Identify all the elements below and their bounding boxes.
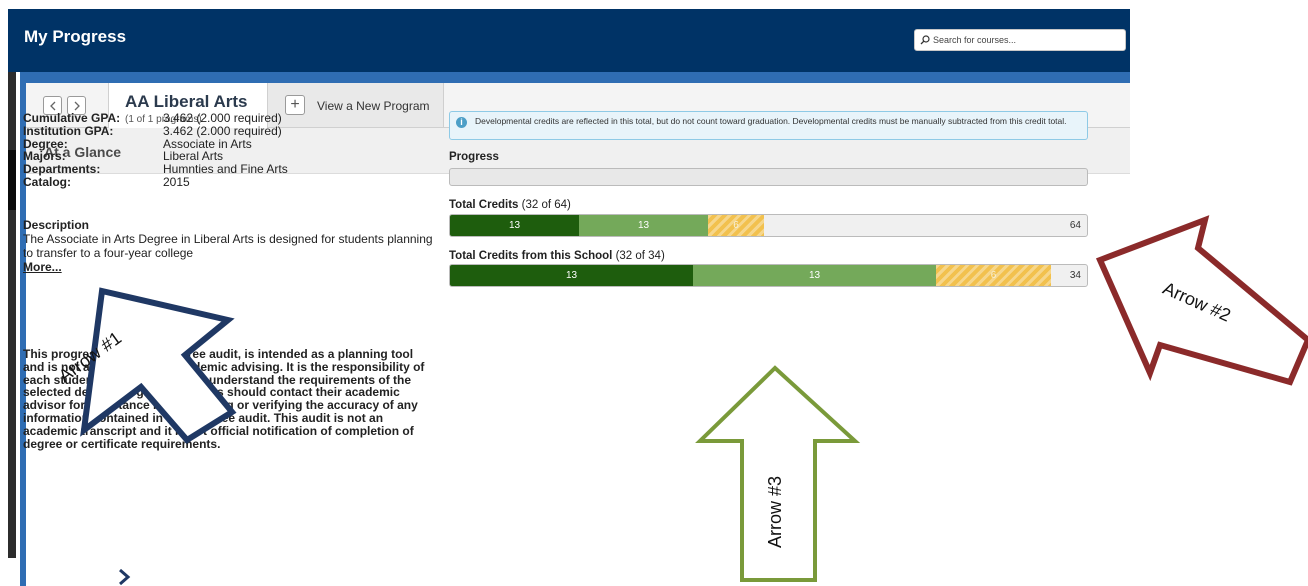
chevron-right-icon [74, 101, 80, 110]
info-label: Cumulative GPA: [23, 111, 121, 125]
tab-view-new-program[interactable]: + View a New Program [268, 83, 444, 127]
search-box[interactable] [914, 29, 1126, 51]
total-credits-required: 64 [1069, 220, 1081, 231]
left-edge [8, 72, 16, 558]
info-value: 3.462 (2.000 required) [163, 123, 282, 138]
in-progress-credits-segment: 13 [693, 265, 936, 286]
program-title: AA Liberal Arts [125, 92, 248, 111]
arrow-3-label: Arrow #3 [765, 475, 785, 548]
total-credits-title: Total Credits [449, 199, 519, 211]
planned-credits-segment: 6 [708, 215, 764, 236]
info-label: Catalog: [23, 174, 71, 189]
school-credits-count: (32 of 34) [615, 250, 665, 262]
developmental-credits-notice: i Developmental credits are reflected in… [449, 111, 1088, 140]
completed-credits-segment: 13 [450, 265, 693, 286]
completed-credits-segment: 13 [450, 215, 579, 236]
program-info: Cumulative GPA: 3.462 (2.000 required) In… [23, 112, 288, 189]
more-link[interactable]: More... [23, 260, 62, 274]
planned-credits-segment: 6 [936, 265, 1051, 286]
notice-text: Developmental credits are reflected in t… [475, 116, 1067, 126]
left-edge-shadow [8, 150, 16, 210]
view-new-program-label: View a New Program [317, 99, 430, 113]
progress-label: Progress [449, 151, 499, 163]
arrow-fragment-icon [119, 568, 131, 586]
progress-label-text: Progress [449, 151, 499, 163]
school-credits-bar: 13 13 6 34 [449, 264, 1088, 287]
total-credits-label: Total Credits (32 of 64) [449, 199, 571, 211]
info-value: 3.462 (2.000 required) [163, 111, 282, 125]
info-row-catalog: Catalog: 2015 [23, 176, 288, 189]
school-credits-title: Total Credits from this School [449, 250, 613, 262]
description-heading: Description [23, 218, 90, 232]
info-label: Institution GPA: [23, 123, 114, 138]
chevron-left-icon [49, 101, 55, 110]
page-title: My Progress [24, 27, 127, 46]
info-icon: i [456, 117, 467, 128]
info-row-institution-gpa: Institution GPA: 3.462 (2.000 required) [23, 123, 288, 138]
plus-icon[interactable]: + [285, 95, 305, 115]
search-icon [920, 35, 930, 45]
reports-link[interactable]: Reports [120, 322, 165, 336]
arrow-2-label: Arrow #2 [1159, 278, 1234, 326]
search-input[interactable] [930, 35, 1123, 45]
info-row-cumulative-gpa: Cumulative GPA: 3.462 (2.000 required) [23, 112, 288, 125]
total-credits-count: (32 of 64) [521, 199, 571, 211]
school-credits-label: Total Credits from this School (32 of 34… [449, 250, 665, 262]
info-value: 2015 [163, 174, 190, 189]
in-progress-credits-segment: 13 [579, 215, 708, 236]
program-description: Description The Associate in Arts Degree… [23, 218, 433, 274]
progress-bar [449, 168, 1088, 186]
total-credits-bar: 13 13 6 64 [449, 214, 1088, 237]
app-header: My Progress [8, 9, 1130, 72]
school-credits-required: 34 [1069, 270, 1081, 281]
description-text: The Associate in Arts Degree in Liberal … [23, 232, 433, 260]
